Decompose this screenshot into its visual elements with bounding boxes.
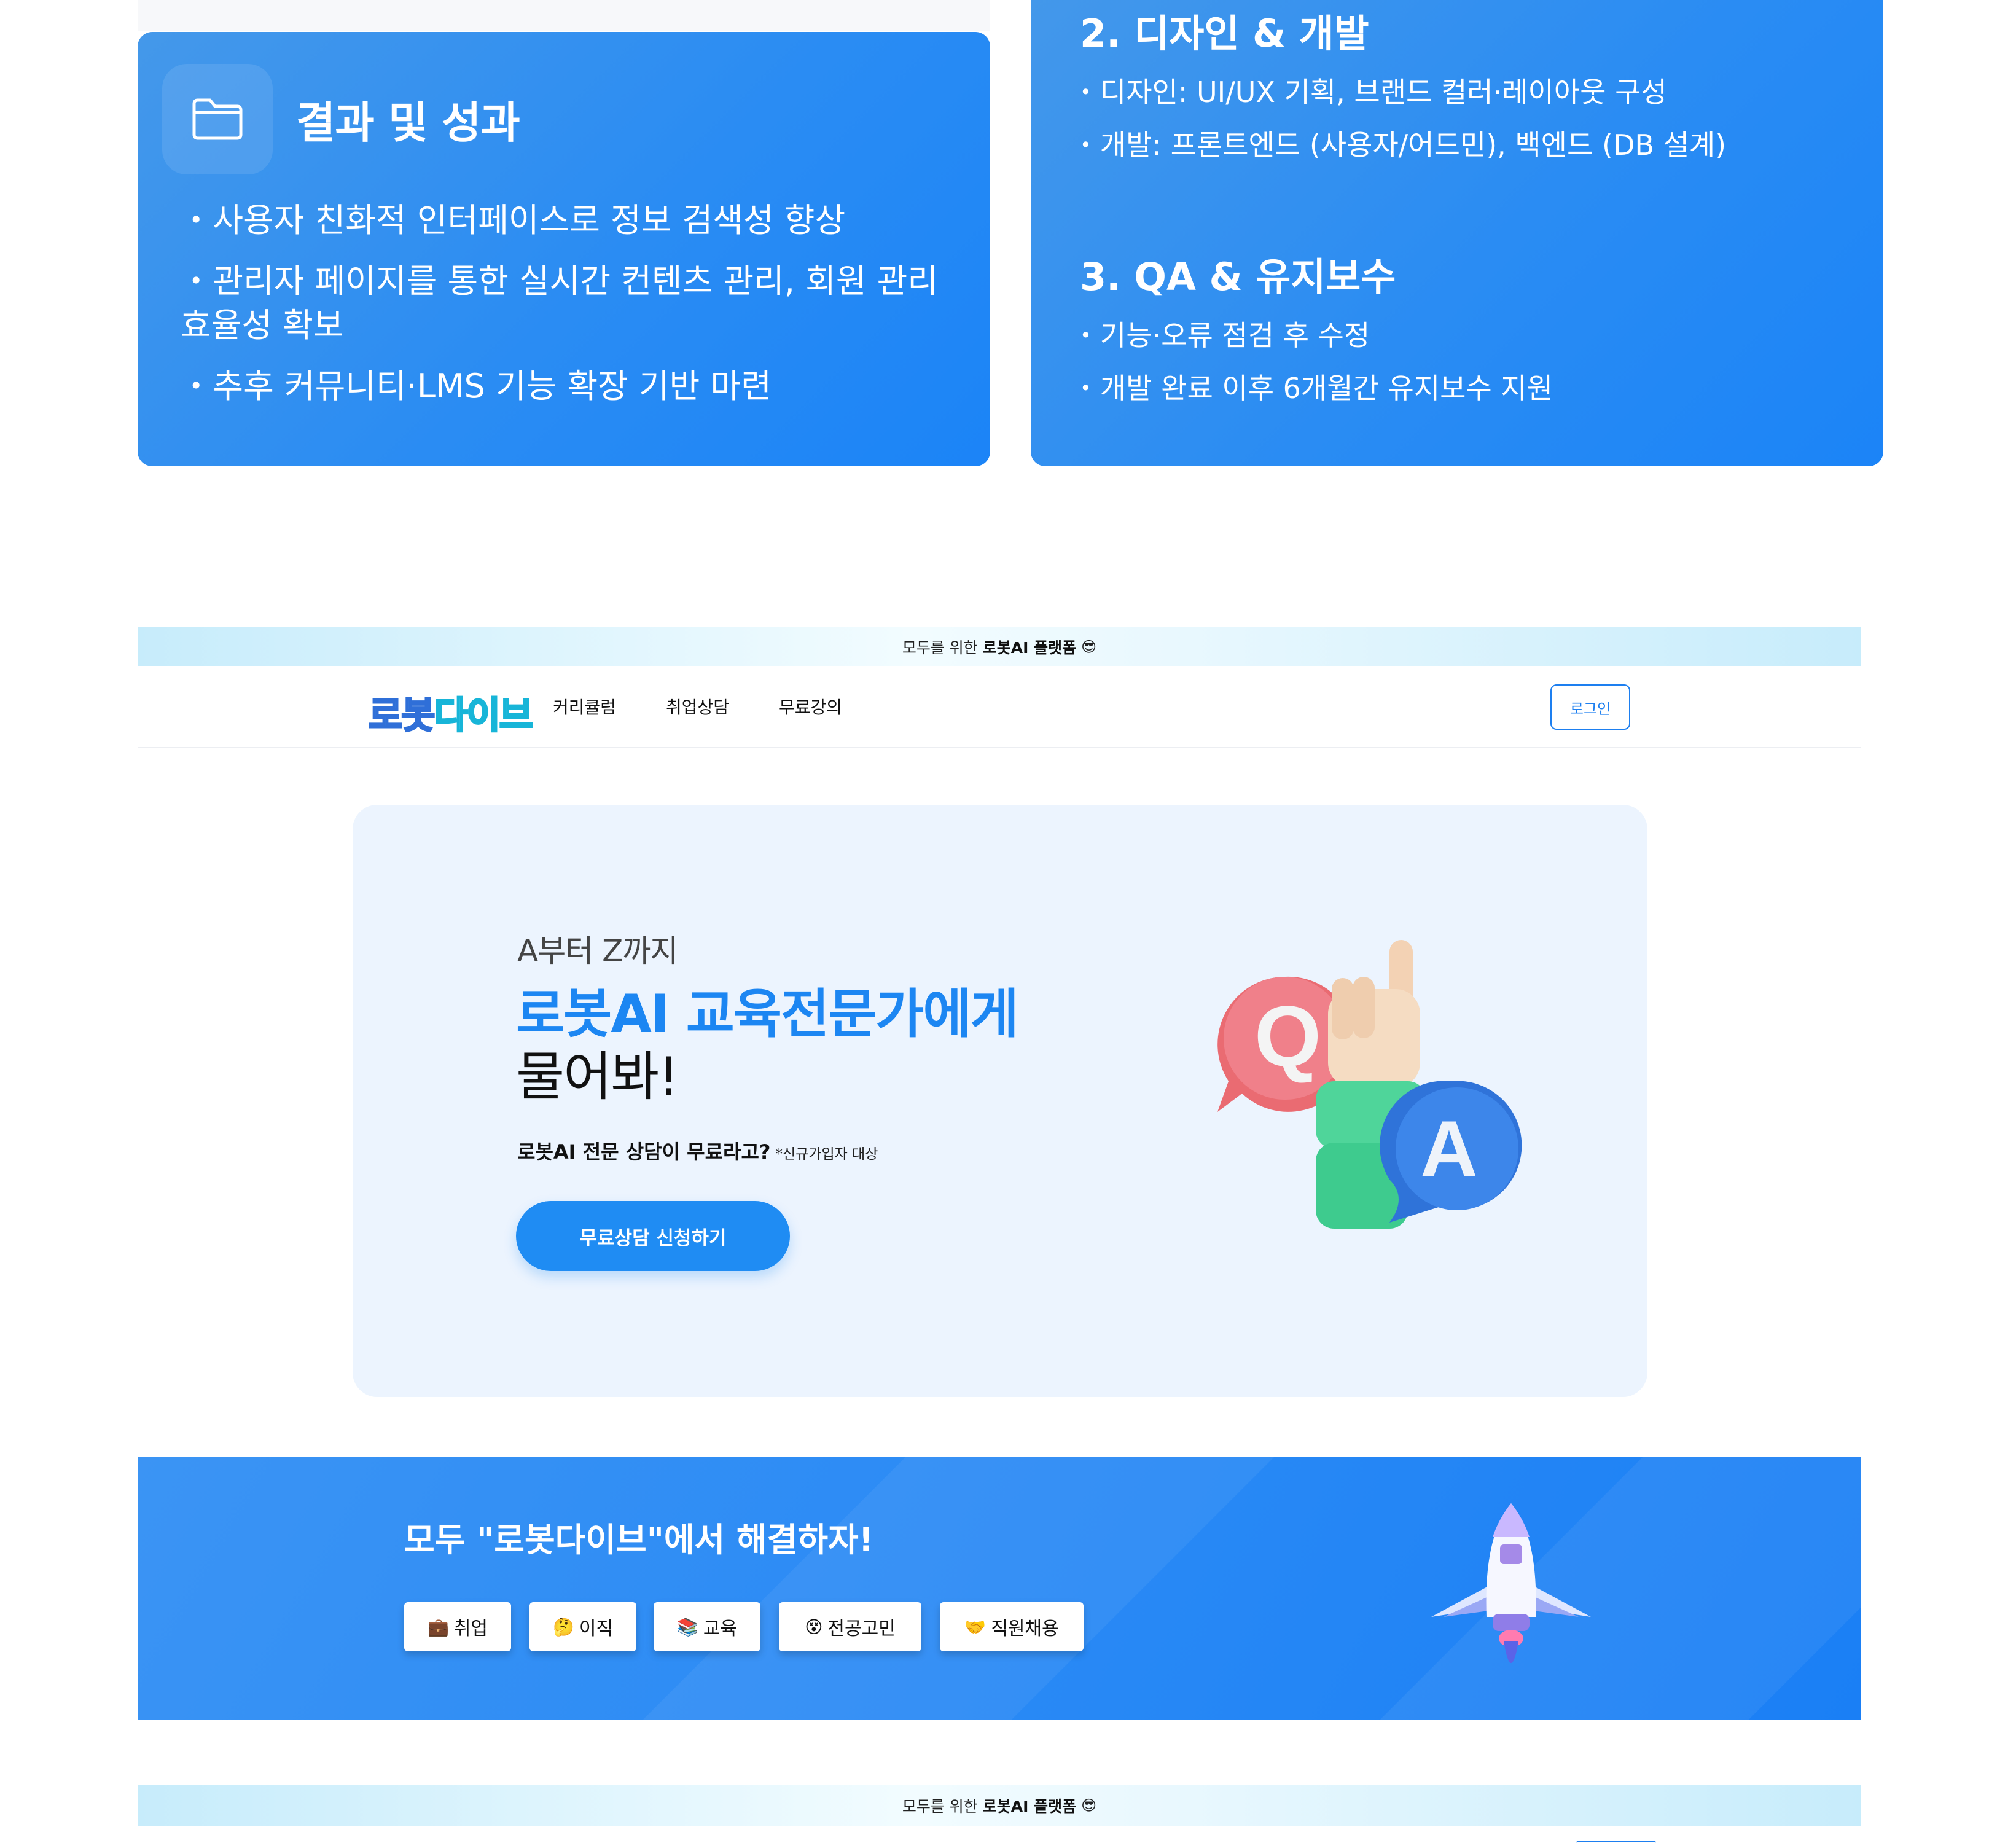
site-nav: 로봇다이브 커리큘럼 취업상담 무료강의 로그인 — [138, 666, 1861, 748]
section-line: • 개발: 프론트엔드 (사용자/어드민), 백엔드 (DB 설계) — [1080, 128, 1727, 162]
announcement-bar: 모두를 위한 로봇AI 플랫폼 😎 — [138, 627, 1861, 667]
chip-major-concern[interactable]: 😵 전공고민 — [779, 1602, 921, 1651]
hero-subtitle: A부터 Z까지 — [517, 933, 678, 969]
chip-label: 직원채용 — [991, 1618, 1059, 1640]
login-button-partial[interactable] — [1576, 1841, 1656, 1843]
results-card: 결과 및 성과 • 사용자 친화적 인터페이스로 정보 검색성 향상 • 관리자 페… — [138, 32, 990, 466]
sunglasses-icon: 😎 — [1081, 1797, 1097, 1814]
solution-banner: 모두 "로봇다이브"에서 해결하자! 💼 취업 🤔 이직 📚 교육 😵 전공고민 🤝 직원… — [138, 1457, 1861, 1720]
hero-desc-text: 로봇AI 전문 상담이 무료라고? — [517, 1140, 771, 1164]
nav-item-free-lecture[interactable]: 무료강의 — [779, 694, 842, 719]
result-item: • 관리자 페이지를 통한 실시간 컨텐츠 관리, 회원 관리 효율성 확보 — [181, 262, 939, 345]
nav-item-consulting[interactable]: 취업상담 — [666, 694, 729, 719]
section-line: • 디자인: UI/UX 기획, 브랜드 컬러·레이아웃 구성 — [1080, 76, 1667, 109]
banner-stripe — [537, 1457, 1335, 1720]
banner-title: 모두 "로봇다이브"에서 해결하자! — [404, 1520, 874, 1559]
q-letter: Q — [1254, 988, 1321, 1084]
hero-description: 로봇AI 전문 상담이 무료라고? *신규가입자 대상 — [517, 1137, 878, 1165]
results-title: 결과 및 성과 — [296, 98, 520, 148]
chip-job-change[interactable]: 🤔 이직 — [529, 1602, 636, 1651]
chip-hiring[interactable]: 🤝 직원채용 — [940, 1602, 1084, 1651]
chip-label: 취업 — [453, 1618, 488, 1640]
announcement-bar-2: 모두를 위한 로봇AI 플랫폼 😎 — [138, 1785, 1861, 1826]
process-card: 2. 디자인 & 개발 • 디자인: UI/UX 기획, 브랜드 컬러·레이아웃 … — [1031, 0, 1883, 466]
thinking-face-icon: 🤔 — [552, 1616, 574, 1637]
dizzy-face-icon: 😵 — [805, 1616, 823, 1637]
announcement-prefix: 모두를 위한 — [902, 1798, 978, 1815]
section-line: • 기능·오류 점검 후 수정 — [1080, 319, 1370, 352]
announcement-brand: 로봇AI 플랫폼 — [982, 1798, 1077, 1815]
result-item: • 사용자 친화적 인터페이스로 정보 검색성 향상 — [189, 201, 846, 240]
qa-hand-illustration: Q A — [1217, 940, 1522, 1229]
section-line: • 개발 완료 이후 6개월간 유지보수 지원 — [1080, 372, 1553, 405]
chip-label: 이직 — [579, 1618, 614, 1640]
chip-education[interactable]: 📚 교육 — [654, 1602, 760, 1651]
hero-title-line2: 물어봐! — [516, 1046, 679, 1108]
top-strip — [138, 0, 990, 31]
logo-part2: 다이브 — [433, 694, 534, 738]
site-logo[interactable]: 로봇다이브 — [367, 686, 534, 739]
handshake-icon: 🤝 — [964, 1616, 987, 1637]
folder-icon — [192, 98, 243, 140]
process-section-design: 2. 디자인 & 개발 • 디자인: UI/UX 기획, 브랜드 컬러·레이아웃 … — [1080, 2, 1726, 163]
hero-desc-note: *신규가입자 대상 — [775, 1146, 878, 1162]
hero-section: A부터 Z까지 로봇AI 교육전문가에게 물어봐! 로봇AI 전문 상담이 무료… — [353, 805, 1647, 1397]
results-list: • 사용자 친화적 인터페이스로 정보 검색성 향상 • 관리자 페이지를 통한 실… — [181, 198, 963, 425]
section-title: 3. QA & 유지보수 — [1080, 254, 1396, 299]
process-section-qa: 3. QA & 유지보수 • 기능·오류 점검 후 수정 • 개발 완료 이후 6개… — [1080, 246, 1553, 407]
books-icon: 📚 — [676, 1616, 698, 1637]
a-letter: A — [1420, 1104, 1478, 1194]
folder-icon-box — [162, 64, 273, 174]
free-consult-button[interactable]: 무료상담 신청하기 — [516, 1201, 790, 1271]
logo-part1: 로봇 — [367, 694, 436, 738]
section-title: 2. 디자인 & 개발 — [1080, 11, 1369, 56]
sunglasses-icon: 😎 — [1081, 638, 1097, 655]
announcement-brand: 로봇AI 플랫폼 — [982, 638, 1077, 657]
chip-label: 전공고민 — [827, 1618, 896, 1640]
rocket-icon — [1431, 1503, 1591, 1663]
login-button[interactable]: 로그인 — [1550, 684, 1630, 730]
chip-employment[interactable]: 💼 취업 — [404, 1602, 511, 1651]
result-item: • 추후 커뮤니티·LMS 기능 확장 기반 마련 — [189, 367, 772, 405]
briefcase-icon: 💼 — [427, 1616, 449, 1637]
chip-label: 교육 — [703, 1618, 738, 1640]
nav-item-curriculum[interactable]: 커리큘럼 — [553, 694, 616, 719]
announcement-prefix: 모두를 위한 — [902, 638, 978, 657]
